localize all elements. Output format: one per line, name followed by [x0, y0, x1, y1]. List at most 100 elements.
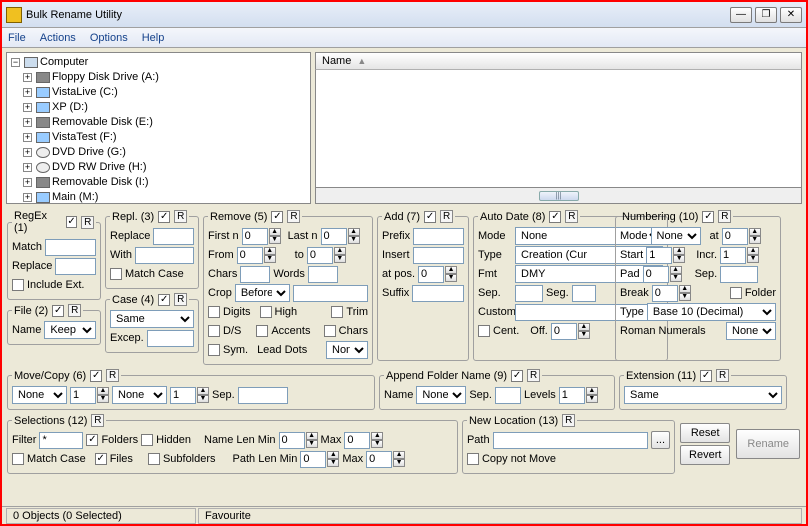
folder-tree[interactable]: −Computer +Floppy Disk Drive (A:)+VistaL… [6, 52, 311, 204]
selections-namelenmin-input[interactable] [279, 432, 305, 449]
ext-reset-button[interactable]: R [716, 369, 729, 382]
append-name-select[interactable]: None [416, 386, 466, 404]
movecopy-enable-checkbox[interactable]: ✓ [90, 370, 102, 382]
remove-firstn-input[interactable] [242, 228, 268, 245]
newloc-reset-button[interactable]: R [562, 414, 575, 427]
regex-include-ext-checkbox[interactable] [12, 279, 24, 291]
append-levels-input[interactable] [559, 387, 585, 404]
tree-item[interactable]: +XP (D:) [23, 100, 308, 115]
remove-to-input[interactable] [307, 247, 333, 264]
tree-root-label[interactable]: Computer [40, 55, 88, 70]
remove-sym-checkbox[interactable] [208, 344, 220, 356]
movecopy-n2[interactable] [170, 387, 196, 404]
remove-digits-checkbox[interactable] [208, 306, 220, 318]
numbering-roman-select[interactable]: None [726, 322, 776, 340]
add-prefix-input[interactable] [413, 228, 464, 245]
ext-enable-checkbox[interactable]: ✓ [700, 370, 712, 382]
numbering-type-select[interactable]: Base 10 (Decimal) [647, 303, 776, 321]
append-sep-input[interactable] [495, 387, 521, 404]
file-reset-button[interactable]: R [68, 304, 81, 317]
regex-enable-checkbox[interactable]: ✓ [66, 216, 78, 228]
close-button[interactable]: ✕ [780, 7, 802, 23]
numbering-break-input[interactable] [652, 285, 678, 302]
rename-button[interactable]: Rename [736, 429, 800, 459]
autodate-seg-input[interactable] [572, 285, 596, 302]
horizontal-scrollbar[interactable]: ||| [315, 188, 802, 204]
repl-with-input[interactable] [135, 247, 194, 264]
movecopy-reset-button[interactable]: R [106, 369, 119, 382]
remove-reset-button[interactable]: R [287, 210, 300, 223]
list-body[interactable] [315, 70, 802, 188]
append-reset-button[interactable]: R [527, 369, 540, 382]
col-name[interactable]: Name [322, 55, 351, 67]
autodate-off-input[interactable] [551, 323, 577, 340]
scroll-thumb[interactable]: ||| [539, 191, 579, 201]
repl-matchcase-checkbox[interactable] [110, 268, 122, 280]
selections-filter-input[interactable] [39, 432, 83, 449]
selections-pathlenmax-input[interactable] [366, 451, 392, 468]
file-name-select[interactable]: Keep [44, 321, 96, 339]
add-enable-checkbox[interactable]: ✓ [424, 211, 436, 223]
file-enable-checkbox[interactable]: ✓ [52, 305, 64, 317]
remove-crop-select[interactable]: Before [235, 284, 290, 302]
autodate-reset-button[interactable]: R [565, 210, 578, 223]
tree-item[interactable]: +DVD Drive (G:) [23, 145, 308, 160]
movecopy-sep-input[interactable] [238, 387, 288, 404]
menu-help[interactable]: Help [142, 32, 165, 44]
numbering-folder-checkbox[interactable] [730, 287, 742, 299]
revert-button[interactable]: Revert [680, 445, 730, 465]
case-select[interactable]: Same [110, 310, 194, 328]
regex-reset-button[interactable]: R [81, 216, 94, 229]
collapse-icon[interactable]: − [11, 58, 20, 67]
remove-high-checkbox[interactable] [260, 306, 272, 318]
movecopy-sel2[interactable]: None [112, 386, 167, 404]
tree-item[interactable]: +Removable Disk (E:) [23, 115, 308, 130]
selections-namelenmax-input[interactable] [344, 432, 370, 449]
numbering-incr-input[interactable] [720, 247, 746, 264]
regex-match-input[interactable] [45, 239, 96, 256]
numbering-start-input[interactable] [646, 247, 672, 264]
expand-icon[interactable]: + [23, 178, 32, 187]
case-enable-checkbox[interactable]: ✓ [158, 294, 170, 306]
expand-icon[interactable]: + [23, 148, 32, 157]
selections-pathlenmin-input[interactable] [300, 451, 326, 468]
reset-button[interactable]: Reset [680, 423, 730, 443]
selections-files-checkbox[interactable]: ✓ [95, 453, 107, 465]
expand-icon[interactable]: + [23, 118, 32, 127]
add-suffix-input[interactable] [412, 285, 464, 302]
selections-subfolders-checkbox[interactable] [148, 453, 160, 465]
repl-reset-button[interactable]: R [174, 210, 187, 223]
autodate-cent-checkbox[interactable] [478, 325, 490, 337]
append-enable-checkbox[interactable]: ✓ [511, 370, 523, 382]
expand-icon[interactable]: + [23, 193, 32, 202]
numbering-sep-input[interactable] [720, 266, 758, 283]
menu-options[interactable]: Options [90, 32, 128, 44]
remove-chars-input[interactable] [240, 266, 270, 283]
remove-enable-checkbox[interactable]: ✓ [271, 211, 283, 223]
numbering-enable-checkbox[interactable]: ✓ [702, 211, 714, 223]
minimize-button[interactable]: — [730, 7, 752, 23]
tree-item[interactable]: +VistaLive (C:) [23, 85, 308, 100]
numbering-pad-input[interactable] [643, 266, 669, 283]
maximize-button[interactable]: ❐ [755, 7, 777, 23]
expand-icon[interactable]: + [23, 88, 32, 97]
spin-down-icon[interactable]: ▼ [269, 236, 281, 244]
numbering-at-input[interactable] [722, 228, 748, 245]
ext-select[interactable]: Same [624, 386, 782, 404]
remove-chars2-checkbox[interactable] [324, 325, 336, 337]
tree-item[interactable]: +VistaTest (F:) [23, 130, 308, 145]
expand-icon[interactable]: + [23, 73, 32, 82]
movecopy-sel1[interactable]: None [12, 386, 67, 404]
spin-up-icon[interactable]: ▲ [269, 228, 281, 236]
list-header[interactable]: Name ▲ [315, 52, 802, 70]
numbering-reset-button[interactable]: R [718, 210, 731, 223]
remove-from-input[interactable] [237, 247, 263, 264]
add-reset-button[interactable]: R [440, 210, 453, 223]
add-atpos-input[interactable] [418, 266, 444, 283]
selections-reset-button[interactable]: R [91, 414, 104, 427]
tree-item[interactable]: +DVD RW Drive (H:) [23, 160, 308, 175]
repl-enable-checkbox[interactable]: ✓ [158, 211, 170, 223]
remove-leaddots-select[interactable]: Non [326, 341, 368, 359]
repl-replace-input[interactable] [153, 228, 194, 245]
expand-icon[interactable]: + [23, 163, 32, 172]
